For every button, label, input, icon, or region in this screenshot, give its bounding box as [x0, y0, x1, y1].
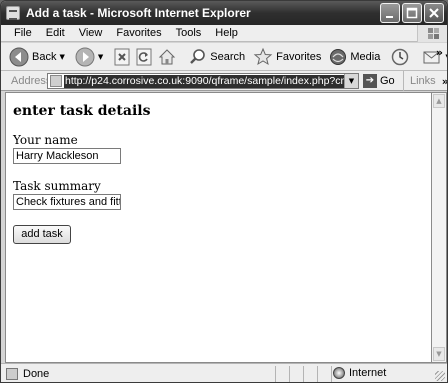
status-pane [303, 366, 317, 382]
name-label: Your name [13, 133, 78, 147]
refresh-icon [136, 48, 152, 65]
forward-button[interactable]: ▼ [73, 45, 105, 69]
summary-input[interactable]: Check fixtures and fitting [13, 194, 121, 210]
media-label: Media [350, 50, 381, 63]
menu-tools[interactable]: Tools [169, 27, 209, 39]
stop-icon [114, 48, 130, 65]
zone-text: Internet [349, 367, 387, 379]
search-label: Search [210, 50, 246, 63]
scroll-down-icon[interactable]: ▼ [433, 347, 445, 361]
mail-button[interactable]: ▼ [420, 45, 447, 69]
close-icon [429, 8, 439, 18]
toolbar-overflow-icon[interactable]: » [436, 46, 443, 59]
media-button[interactable]: Media [327, 45, 382, 69]
add-task-button[interactable]: add task [13, 225, 71, 244]
window-title: Add a task - Microsoft Internet Explorer [26, 6, 251, 20]
history-clock-icon [392, 48, 409, 65]
windows-logo-icon [417, 25, 447, 42]
status-pane [317, 366, 331, 382]
minimize-icon [386, 16, 393, 18]
address-input[interactable]: http://p24.corrosive.co.uk:9090/qframe/s… [47, 73, 359, 89]
favorites-star-icon [253, 47, 273, 65]
menu-edit[interactable]: Edit [39, 27, 72, 39]
page-icon [50, 75, 62, 87]
menu-file[interactable]: File [7, 27, 39, 39]
address-bar: Address http://p24.corrosive.co.uk:9090/… [1, 71, 447, 91]
refresh-button[interactable] [133, 45, 155, 69]
menu-help[interactable]: Help [208, 27, 245, 39]
favorites-label: Favorites [276, 50, 322, 63]
resize-grip-icon[interactable] [435, 371, 445, 381]
standard-toolbar: Back ▼ ▼ Search Favorites Media » [1, 43, 447, 71]
summary-label: Task summary [13, 179, 101, 193]
browser-window: Add a task - Microsoft Internet Explorer… [0, 0, 448, 383]
history-button[interactable] [388, 45, 412, 69]
status-bar: Done Internet [1, 363, 447, 382]
search-button[interactable]: Search [187, 45, 247, 69]
back-button[interactable]: Back ▼ [7, 45, 67, 69]
forward-dropdown-icon[interactable]: ▼ [98, 53, 103, 61]
menu-bar: File Edit View Favorites Tools Help [1, 25, 447, 42]
address-url[interactable]: http://p24.corrosive.co.uk:9090/qframe/s… [64, 74, 344, 88]
address-dropdown-icon[interactable]: ▼ [344, 74, 358, 88]
links-label: Links [410, 75, 436, 87]
status-pane [275, 366, 289, 382]
close-button[interactable] [424, 3, 444, 23]
status-text: Done [23, 367, 50, 380]
page-viewport: enter task details Your name Harry Mackl… [5, 92, 432, 363]
home-icon [159, 48, 176, 64]
scroll-up-icon[interactable]: ▲ [433, 94, 445, 108]
go-button[interactable]: ➔ Go [363, 74, 395, 88]
name-input[interactable]: Harry Mackleson [13, 148, 121, 164]
globe-icon [333, 367, 345, 379]
favorites-button[interactable]: Favorites [251, 45, 323, 69]
forward-arrow-icon [75, 47, 95, 66]
page-done-icon [6, 367, 18, 380]
home-button[interactable] [155, 45, 179, 69]
search-icon [190, 48, 206, 64]
back-label: Back [32, 50, 57, 63]
status-pane [289, 366, 303, 382]
security-zone: Internet [333, 367, 386, 379]
media-icon [330, 48, 347, 65]
links-overflow-icon[interactable]: » [442, 75, 447, 88]
title-bar: Add a task - Microsoft Internet Explorer [1, 1, 447, 25]
address-label: Address [11, 74, 52, 87]
back-dropdown-icon[interactable]: ▼ [59, 53, 64, 61]
menu-view[interactable]: View [72, 27, 110, 39]
back-arrow-icon [9, 47, 29, 66]
maximize-button[interactable] [402, 3, 422, 23]
maximize-icon [406, 7, 418, 19]
vertical-scrollbar[interactable]: ▲ ▼ [432, 92, 447, 363]
window-controls [380, 3, 444, 23]
minimize-button[interactable] [380, 3, 400, 23]
page-heading: enter task details [13, 103, 151, 119]
links-toolbar[interactable]: Links » [403, 71, 447, 91]
stop-button[interactable] [111, 45, 133, 69]
menu-favorites[interactable]: Favorites [109, 27, 168, 39]
go-label: Go [380, 75, 395, 87]
ie-page-icon [6, 6, 20, 20]
go-arrow-icon: ➔ [363, 74, 377, 88]
